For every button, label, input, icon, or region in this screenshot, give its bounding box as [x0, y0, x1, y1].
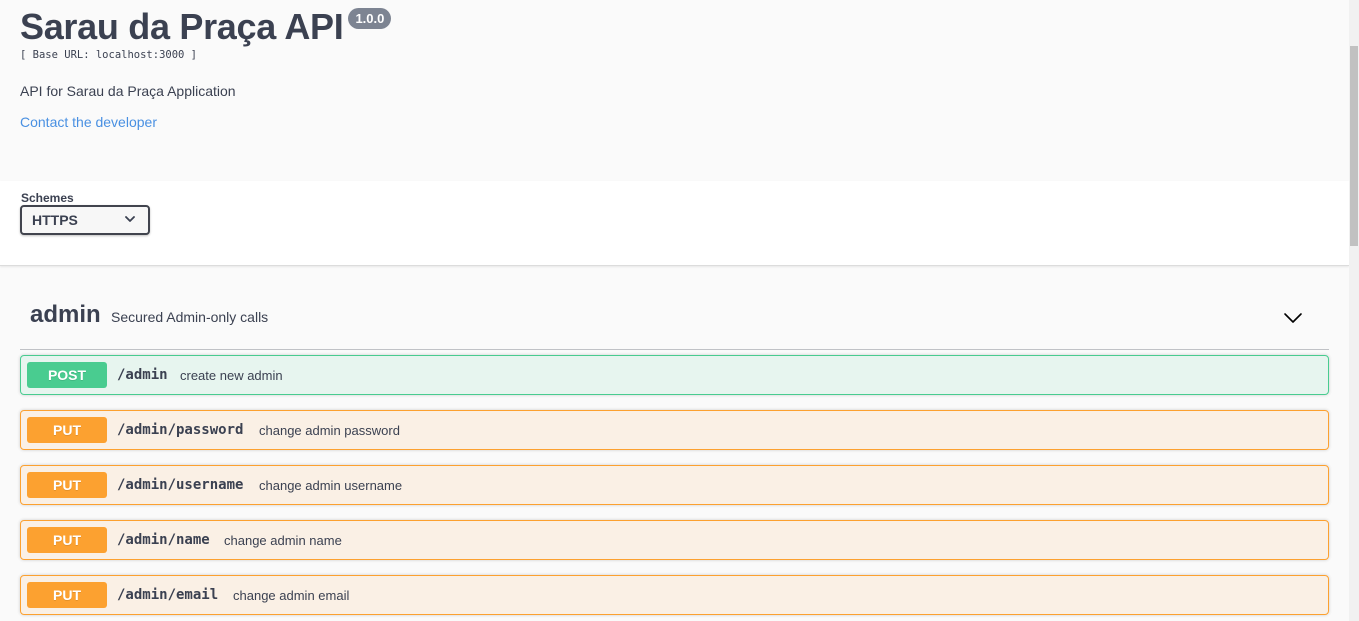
contact-developer-link[interactable]: Contact the developer [20, 114, 157, 130]
operation-path: /admin/name [117, 532, 210, 548]
operation-put-admin-username[interactable]: PUT /admin/username change admin usernam… [20, 465, 1329, 505]
method-badge: PUT [27, 472, 107, 498]
operation-summary: change admin email [233, 588, 350, 603]
chevron-down-icon[interactable] [1283, 308, 1303, 328]
scrollbar-thumb[interactable] [1350, 46, 1358, 246]
method-badge: POST [27, 362, 107, 388]
operation-summary: change admin username [259, 478, 403, 493]
schemes-label: Schemes [21, 191, 74, 205]
operation-summary: create new admin [180, 368, 283, 383]
api-title: Sarau da Praça API [20, 6, 344, 47]
operation-put-admin-password[interactable]: PUT /admin/password change admin passwor… [20, 410, 1329, 450]
operation-path: /admin [117, 367, 168, 383]
tag-admin-header[interactable]: admin Secured Admin-only calls [20, 292, 1329, 350]
operation-put-admin-name[interactable]: PUT /admin/name change admin name [20, 520, 1329, 560]
operation-summary: change admin name [224, 533, 342, 548]
schemes-selected-value: HTTPS [32, 212, 78, 228]
tag-description: Secured Admin-only calls [111, 309, 269, 325]
method-badge: PUT [27, 527, 107, 553]
page-scrollbar[interactable] [1349, 0, 1359, 621]
operation-path: /admin/password [117, 422, 244, 438]
schemes-container: Schemes HTTPS [0, 181, 1349, 266]
version-badge: 1.0.0 [348, 8, 392, 29]
schemes-select[interactable]: HTTPS [20, 205, 150, 235]
operation-put-admin-email[interactable]: PUT /admin/email change admin email [20, 575, 1329, 615]
tag-name: admin [30, 301, 101, 328]
chevron-down-icon [125, 216, 135, 222]
base-url: [ Base URL: localhost:3000 ] [20, 49, 198, 61]
method-badge: PUT [27, 582, 107, 608]
operations-list: POST /admin create new admin PUT /admin/… [20, 355, 1329, 621]
operation-path: /admin/email [117, 587, 219, 603]
api-description: API for Sarau da Praça Application [20, 83, 236, 99]
operation-summary: change admin password [259, 423, 400, 438]
method-badge: PUT [27, 417, 107, 443]
title-row: Sarau da Praça API 1.0.0 [20, 6, 392, 48]
operation-path: /admin/username [117, 477, 244, 493]
operation-post-admin[interactable]: POST /admin create new admin [20, 355, 1329, 395]
swagger-page: Sarau da Praça API 1.0.0 [ Base URL: loca… [0, 0, 1349, 621]
